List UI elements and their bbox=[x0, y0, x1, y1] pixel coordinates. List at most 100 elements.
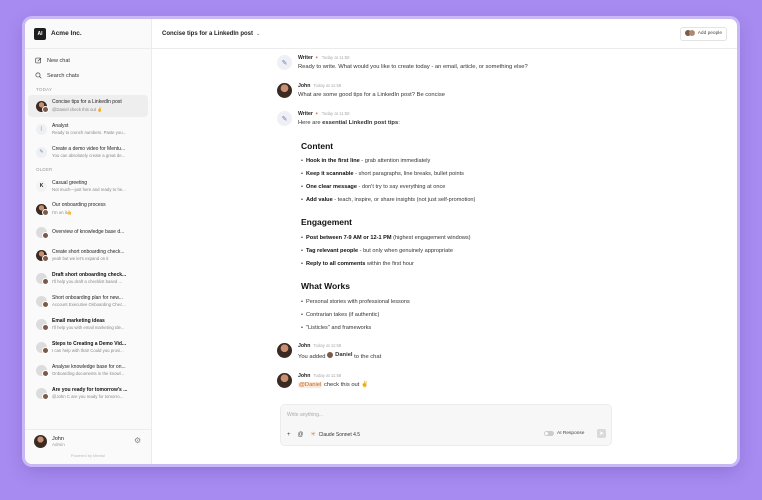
chat-item[interactable]: Are you ready for tomorrow's ... @John C … bbox=[28, 382, 148, 404]
participants-avatars bbox=[684, 29, 695, 38]
writer-icon: ✎ bbox=[277, 111, 292, 126]
chat-title: Create short onboarding check... bbox=[52, 248, 125, 255]
k-logo-icon: K bbox=[36, 180, 47, 192]
search-chats-label: Search chats bbox=[47, 72, 80, 79]
user-name: John bbox=[52, 435, 64, 442]
intro-text: Here are bbox=[298, 120, 323, 126]
chat-item[interactable]: Email marketing ideas I'll help you with … bbox=[28, 313, 148, 335]
chevron-down-icon[interactable]: ⌄ bbox=[256, 31, 260, 37]
composer-input[interactable]: Write anything... bbox=[287, 412, 323, 418]
heading-what-works: What Works bbox=[301, 281, 350, 291]
writer-icon: ✎ bbox=[36, 146, 47, 158]
group-avatar bbox=[36, 295, 49, 308]
john-avatar bbox=[277, 373, 292, 388]
message-time: Today at 11:58 bbox=[321, 55, 350, 60]
user-role: Admin bbox=[52, 441, 65, 447]
chat-item[interactable]: Overview of knowledge base d... bbox=[28, 221, 148, 243]
message-body: check this out ✌ bbox=[322, 382, 369, 388]
chat-title: Concise tips for a LinkedIn post bbox=[52, 99, 122, 106]
add-people-button[interactable]: Add people bbox=[679, 26, 727, 41]
chat-item[interactable]: Analyse knowledge base for on... Onboardi… bbox=[28, 359, 148, 381]
chat-preview: I'm on it🤙 bbox=[52, 209, 73, 215]
powered-by: Powered by Mentul bbox=[70, 453, 106, 458]
message-time: Today at 11:58 bbox=[313, 373, 342, 378]
chat-preview: Onboarding documents in the knowl... bbox=[52, 371, 125, 377]
added-text: You added bbox=[298, 354, 326, 360]
list-item: Reply to all comments within the first h… bbox=[301, 261, 414, 267]
chat-item[interactable]: Short onboarding plan for new... Account … bbox=[28, 290, 148, 312]
group-avatar bbox=[36, 364, 49, 377]
chat-title: Create a demo video for Mentu... bbox=[52, 145, 126, 152]
message-text: What are some good tips for a LinkedIn p… bbox=[298, 92, 445, 98]
message-author: Writer bbox=[298, 55, 313, 61]
group-avatar bbox=[36, 341, 49, 354]
list-item: Hook in the first line - grab attention … bbox=[301, 158, 430, 164]
mention-tag[interactable]: @Daniel bbox=[298, 382, 323, 388]
new-chat-button[interactable]: New chat bbox=[25, 53, 151, 68]
message-composer[interactable]: Write anything... + @ ✳ Claude Sonnet 4.5… bbox=[280, 404, 612, 446]
plus-icon[interactable]: + bbox=[287, 432, 291, 438]
chat-title[interactable]: Concise tips for a LinkedIn post bbox=[162, 31, 253, 37]
john-avatar bbox=[277, 83, 292, 98]
john-avatar bbox=[36, 100, 49, 113]
chat-preview: yeah but we let's expand on it bbox=[52, 256, 109, 262]
user-chip[interactable]: Daniel bbox=[327, 352, 353, 358]
message: ✎ Writer ✦ Today at 11:58 Ready to write. … bbox=[277, 55, 528, 70]
chat-title: Draft short onboarding check... bbox=[52, 271, 127, 278]
chat-title: Analyst bbox=[52, 122, 69, 129]
workspace-logo: AI bbox=[34, 27, 46, 40]
ai-response-toggle[interactable]: AI Response bbox=[544, 431, 584, 436]
list-item: "Listicles" and frameworks bbox=[301, 325, 371, 331]
at-mention-icon[interactable]: @ bbox=[298, 432, 304, 438]
chat-title: Email marketing ideas bbox=[52, 317, 105, 324]
message-author: John bbox=[298, 373, 311, 379]
writer-icon: ✎ bbox=[277, 55, 292, 70]
workspace-name: Acme Inc. bbox=[51, 30, 82, 37]
chat-preview: I'll help you draft a checklist based ..… bbox=[52, 279, 123, 285]
message: John Today at 11:58 What are some good ti… bbox=[277, 83, 445, 98]
section-older: OLDER bbox=[36, 167, 53, 172]
daniel-avatar bbox=[327, 352, 334, 358]
chat-preview: Not much—just here and ready to he... bbox=[52, 187, 126, 193]
message: ✎ Writer ✦ Today at 11:58 Here are essenti… bbox=[277, 111, 400, 126]
message-author: John bbox=[298, 343, 311, 349]
sidebar: AI Acme Inc. New chat Search chats TODAY… bbox=[25, 19, 152, 464]
intro-bold: essential LinkedIn post tips bbox=[322, 120, 399, 126]
chat-item[interactable]: Draft short onboarding check... I'll help… bbox=[28, 267, 148, 289]
claude-icon: ✳ bbox=[310, 432, 316, 438]
chat-item[interactable]: Our onboarding process I'm on it🤙 bbox=[28, 198, 148, 220]
chat-title: Overview of knowledge base d... bbox=[52, 229, 125, 235]
chat-preview: I'll help you with email marketing Ide..… bbox=[52, 325, 125, 331]
chat-item[interactable]: Create short onboarding check... yeah but… bbox=[28, 244, 148, 266]
search-icon bbox=[35, 72, 42, 79]
john-avatar bbox=[277, 343, 292, 358]
chat-title: Casual greeting bbox=[52, 179, 88, 186]
list-item: Keep it scannable - short paragraphs, li… bbox=[301, 171, 464, 177]
added-suffix: to the chat bbox=[354, 354, 382, 360]
list-item: Add value - teach, inspire, or share ins… bbox=[301, 197, 475, 203]
search-chats-button[interactable]: Search chats bbox=[25, 68, 151, 83]
chat-main: Concise tips for a LinkedIn post ⌄ Add p… bbox=[152, 19, 737, 464]
user-profile[interactable]: John Admin ⚙ bbox=[25, 429, 151, 452]
model-selector[interactable]: ✳ Claude Sonnet 4.5 bbox=[310, 431, 361, 439]
chat-header: Concise tips for a LinkedIn post ⌄ Add p… bbox=[152, 19, 737, 49]
list-item: One clear message - don't try to say eve… bbox=[301, 184, 445, 190]
section-today: TODAY bbox=[36, 87, 53, 92]
app-window: AI Acme Inc. New chat Search chats TODAY… bbox=[25, 19, 737, 464]
group-avatar bbox=[36, 387, 49, 400]
chat-item[interactable]: Concise tips for a LinkedIn post @Daniel … bbox=[28, 95, 148, 117]
list-item: Contrarian takes (if authentic) bbox=[301, 312, 379, 318]
send-icon[interactable]: ➤ bbox=[597, 429, 606, 438]
chat-item[interactable]: ⌊ Analyst Ready to crunch numbers. Paste … bbox=[28, 118, 148, 140]
chat-item[interactable]: ✎ Create a demo video for Mentu... You ca… bbox=[28, 141, 148, 163]
gear-icon[interactable]: ⚙ bbox=[134, 437, 142, 445]
message-text: Ready to write. What would you like to c… bbox=[298, 64, 528, 70]
model-name: Claude Sonnet 4.5 bbox=[318, 431, 361, 438]
system-message: You added Daniel to the chat bbox=[298, 352, 381, 360]
chat-title: Are you ready for tomorrow's ... bbox=[52, 386, 128, 393]
analyst-icon: ⌊ bbox=[36, 123, 47, 135]
toggle-switch[interactable] bbox=[544, 431, 554, 436]
chat-item[interactable]: Steps to Creating a Demo Vid... I can hel… bbox=[28, 336, 148, 358]
chat-item[interactable]: K Casual greeting Not much—just here and … bbox=[28, 175, 148, 197]
workspace-header[interactable]: AI Acme Inc. bbox=[25, 19, 151, 49]
